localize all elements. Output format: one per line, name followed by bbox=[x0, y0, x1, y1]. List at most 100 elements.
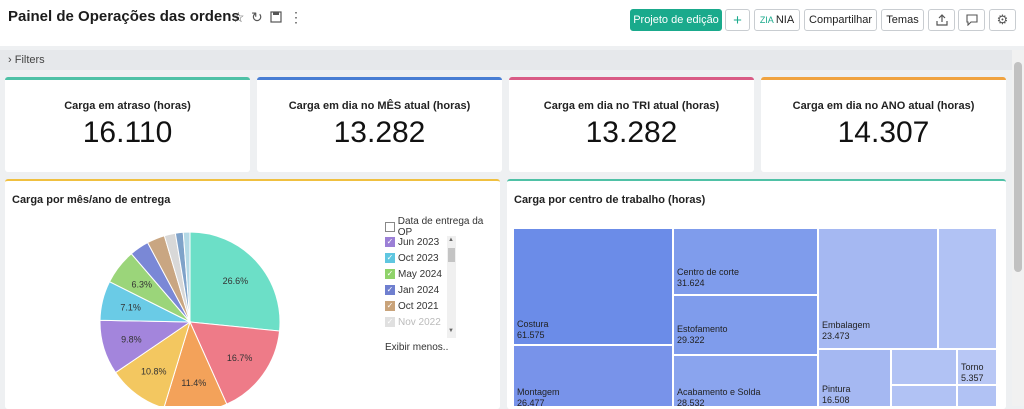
pie-slice-label: 26.6% bbox=[223, 276, 249, 286]
treemap-tile[interactable]: Pintura 16.508 bbox=[818, 349, 891, 406]
legend-scrollbar[interactable]: ▲ ▼ bbox=[447, 236, 456, 338]
legend-item-label: Nov 2022 bbox=[398, 316, 441, 328]
tile-name: Montagem bbox=[517, 387, 560, 397]
filters-bar[interactable]: › Filters bbox=[0, 50, 1012, 70]
legend-item-label: Oct 2023 bbox=[398, 252, 439, 264]
kpi-card-year[interactable]: Carga em dia no ANO atual (horas) 14.307 bbox=[761, 77, 1006, 172]
export-icon bbox=[935, 14, 948, 26]
comment-icon bbox=[965, 14, 978, 26]
tile-value: 5.357 bbox=[961, 373, 984, 383]
kpi-value: 13.282 bbox=[333, 116, 426, 149]
legend-checkbox[interactable]: ✓ bbox=[385, 253, 395, 263]
nia-label: NIA bbox=[775, 14, 795, 26]
legend-checkbox[interactable]: ✓ bbox=[385, 317, 395, 327]
tile-name: Embalagem bbox=[822, 320, 871, 330]
star-icon[interactable]: ☆ bbox=[232, 9, 245, 26]
filters-label: Filters bbox=[14, 54, 45, 66]
pie-chart[interactable]: 26.6% 16.7% 11.4% 10.8% 9.8% 7.1% 6.3% bbox=[95, 225, 290, 406]
refresh-icon[interactable]: ↻ bbox=[251, 9, 263, 26]
kpi-card-month[interactable]: Carga em dia no MÊS atual (horas) 13.282 bbox=[257, 77, 502, 172]
page-scrollbar[interactable] bbox=[1012, 50, 1024, 406]
treemap-tile[interactable] bbox=[891, 385, 957, 406]
share-button[interactable]: Compartilhar bbox=[804, 9, 877, 31]
kpi-value: 16.110 bbox=[82, 116, 173, 149]
treemap-tile[interactable]: Centro de corte 31.624 bbox=[673, 228, 818, 295]
legend-scroll-thumb[interactable] bbox=[448, 248, 455, 262]
scroll-down-icon[interactable]: ▼ bbox=[448, 328, 454, 334]
legend-header-label: Data de entrega da OP bbox=[397, 216, 484, 238]
tile-name: Pintura bbox=[822, 384, 851, 394]
legend-item-label: Jan 2024 bbox=[398, 284, 440, 296]
add-button[interactable]: + bbox=[725, 9, 750, 31]
legend-item[interactable]: ✓ Jun 2023 bbox=[385, 234, 445, 250]
tile-value: 31.624 bbox=[677, 278, 705, 288]
top-bar: Painel de Operações das ordens ☆ ↻ ⋮ Pro… bbox=[0, 0, 1024, 46]
tile-name: Acabamento e Solda bbox=[677, 387, 761, 397]
nia-icon: ZIA bbox=[759, 15, 774, 25]
legend-checkbox[interactable]: ✓ bbox=[385, 301, 395, 311]
legend-item-label: Jun 2023 bbox=[398, 236, 440, 248]
pie-legend: Data de entrega da OP ✓ Jun 2023 ✓ Oct 2023… bbox=[385, 216, 497, 353]
themes-button[interactable]: Temas bbox=[881, 9, 924, 31]
legend-checkbox[interactable]: ✓ bbox=[385, 269, 395, 279]
pie-slice-label: 10.8% bbox=[141, 366, 167, 376]
tile-name: Estofamento bbox=[677, 324, 728, 334]
nia-button[interactable]: ZIA NIA bbox=[754, 9, 800, 31]
treemap-tile[interactable]: Acabamento e Solda 28.532 bbox=[673, 355, 818, 406]
pie-slice-label: 6.3% bbox=[132, 279, 153, 289]
tile-name: Centro de corte bbox=[677, 267, 740, 277]
export-button[interactable] bbox=[928, 9, 955, 31]
legend-item[interactable]: ✓ Oct 2023 bbox=[385, 250, 445, 266]
show-less-link[interactable]: Exibir menos.. bbox=[385, 342, 448, 353]
panel-title: Carga por mês/ano de entrega bbox=[12, 194, 171, 206]
tile-name: Costura bbox=[517, 319, 549, 329]
treemap-tile[interactable] bbox=[938, 228, 997, 349]
legend-select-all-checkbox[interactable] bbox=[385, 222, 395, 232]
treemap-tile[interactable]: Estofamento 29.322 bbox=[673, 295, 818, 355]
treemap-tile[interactable]: Torno 5.357 bbox=[957, 349, 997, 385]
more-vertical-icon[interactable]: ⋮ bbox=[289, 9, 303, 26]
gear-icon: ⚙ bbox=[996, 12, 1009, 27]
scroll-up-icon[interactable]: ▲ bbox=[448, 237, 454, 243]
legend-item[interactable]: ✓ Oct 2021 bbox=[385, 298, 445, 314]
legend-checkbox[interactable]: ✓ bbox=[385, 285, 395, 295]
treemap-tile[interactable]: Embalagem 23.473 bbox=[818, 228, 938, 349]
save-icon[interactable] bbox=[270, 10, 282, 26]
pie-slice-label: 16.7% bbox=[227, 353, 253, 363]
legend-item-label: May 2024 bbox=[398, 268, 442, 280]
comment-button[interactable] bbox=[958, 9, 985, 31]
kpi-label: Carga em dia no TRI atual (horas) bbox=[543, 100, 720, 112]
page-title: Painel de Operações das ordens bbox=[8, 8, 240, 25]
tile-value: 23.473 bbox=[822, 331, 850, 341]
legend-item[interactable]: ✓ May 2024 bbox=[385, 266, 445, 282]
kpi-value: 14.307 bbox=[837, 116, 930, 149]
kpi-label: Carga em dia no ANO atual (horas) bbox=[792, 100, 975, 112]
tile-value: 16.508 bbox=[822, 395, 850, 405]
kpi-label: Carga em dia no MÊS atual (horas) bbox=[288, 100, 471, 112]
tile-value: 29.322 bbox=[677, 335, 705, 345]
scroll-thumb[interactable] bbox=[1014, 62, 1022, 272]
settings-button[interactable]: ⚙ bbox=[989, 9, 1016, 31]
kpi-label: Carga em atraso (horas) bbox=[64, 100, 191, 112]
legend-item-label: Oct 2021 bbox=[398, 300, 439, 312]
kpi-card-quarter[interactable]: Carga em dia no TRI atual (horas) 13.282 bbox=[509, 77, 754, 172]
pie-slice-label: 9.8% bbox=[121, 334, 142, 344]
panel-title: Carga por centro de trabalho (horas) bbox=[514, 194, 706, 206]
treemap-tile[interactable] bbox=[891, 349, 957, 385]
legend-checkbox[interactable]: ✓ bbox=[385, 237, 395, 247]
legend-item[interactable]: ✓ Jan 2024 bbox=[385, 282, 445, 298]
pie-slice-label: 7.1% bbox=[120, 302, 141, 312]
legend-header[interactable]: Data de entrega da OP bbox=[385, 216, 497, 238]
treemap[interactable]: Costura 61.575 Centro de corte 31.624 Estofa… bbox=[513, 228, 997, 406]
tile-value: 61.575 bbox=[517, 330, 545, 340]
edit-design-button[interactable]: Projeto de edição bbox=[630, 9, 722, 31]
pie-slice-label: 11.4% bbox=[181, 378, 206, 388]
treemap-tile[interactable]: Montagem 26.477 bbox=[513, 345, 673, 406]
kpi-card-overdue[interactable]: Carga em atraso (horas) 16.110 bbox=[5, 77, 250, 172]
treemap-tile[interactable] bbox=[957, 385, 997, 406]
treemap-tile[interactable]: Costura 61.575 bbox=[513, 228, 673, 345]
chevron-right-icon: › bbox=[8, 54, 12, 66]
tile-value: 28.532 bbox=[677, 398, 705, 406]
legend-item[interactable]: ✓ Nov 2022 bbox=[385, 314, 445, 330]
tile-value: 26.477 bbox=[517, 398, 545, 406]
